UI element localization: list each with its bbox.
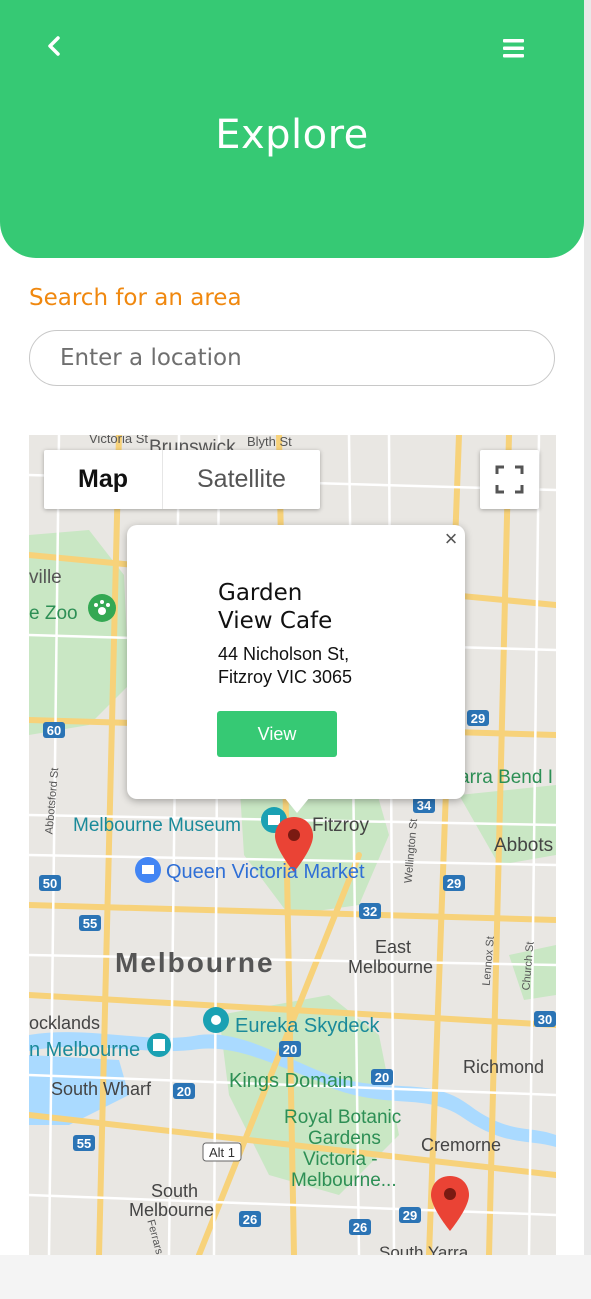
- page-title: Explore: [215, 112, 369, 158]
- map-label-ville: ville: [29, 567, 62, 588]
- map-label-royal-botanic-3: Victoria -: [303, 1149, 378, 1170]
- app-screen: Explore Search for an area Enter a locat…: [0, 0, 584, 1255]
- search-label: Search for an area: [29, 285, 242, 311]
- svg-text:32: 32: [363, 904, 377, 919]
- hamburger-menu-icon: [503, 39, 524, 58]
- place-address: 44 Nicholson St, Fitzroy VIC 3065: [218, 643, 438, 689]
- map-view[interactable]: 60 50 55 55 34 29 29 32 20 20 20 26 26 2…: [29, 435, 556, 1255]
- svg-text:34: 34: [417, 798, 432, 813]
- map-label-victoria-st: Victoria St: [89, 435, 149, 446]
- map-label-royal-botanic-1: Royal Botanic: [284, 1107, 402, 1128]
- map-label-yarra-bend: arra Bend I: [459, 767, 553, 788]
- header-banner: Explore: [0, 0, 584, 258]
- map-label-queen-victoria-market: Queen Victoria Market: [166, 861, 365, 883]
- map-label-abbotsford: Abbots: [494, 835, 554, 856]
- svg-text:20: 20: [177, 1084, 191, 1099]
- place-name: Garden View Cafe: [218, 579, 418, 635]
- svg-text:29: 29: [403, 1208, 417, 1223]
- svg-text:Alt 1: Alt 1: [209, 1145, 235, 1160]
- place-name-line2: View Cafe: [218, 608, 333, 634]
- map-label-south-wharf: South Wharf: [51, 1079, 152, 1099]
- place-info-window: × Garden View Cafe 44 Nicholson St, Fitz…: [127, 525, 465, 813]
- close-icon[interactable]: ×: [441, 528, 461, 550]
- map-label-blyth-st: Blyth St: [247, 435, 292, 449]
- svg-text:20: 20: [375, 1070, 389, 1085]
- map-label-east-melbourne-2: Melbourne: [348, 957, 434, 977]
- view-place-button[interactable]: View: [217, 711, 337, 757]
- info-window-tail: [284, 797, 310, 813]
- map-label-south-melbourne-2: Melbourne: [129, 1200, 215, 1220]
- map-label-docklands: ocklands: [29, 1013, 101, 1033]
- map-label-richmond: Richmond: [463, 1057, 545, 1077]
- map-type-map-button[interactable]: Map: [44, 450, 162, 509]
- map-label-east-melbourne-1: East: [375, 937, 412, 957]
- svg-text:20: 20: [283, 1042, 297, 1057]
- back-button[interactable]: [36, 28, 72, 64]
- map-label-fitzroy: Fitzroy: [312, 815, 369, 836]
- map-label-melbourne: Melbourne: [115, 947, 275, 978]
- map-label-zoo: e Zoo: [29, 603, 78, 624]
- map-label-melbourne-west: n Melbourne: [29, 1039, 141, 1061]
- chevron-left-icon: [48, 36, 60, 56]
- fullscreen-icon: [495, 465, 524, 494]
- svg-text:26: 26: [353, 1220, 367, 1235]
- svg-text:55: 55: [83, 916, 97, 931]
- svg-text:29: 29: [471, 711, 485, 726]
- svg-text:50: 50: [43, 876, 57, 891]
- scrollbar-track[interactable]: [584, 0, 591, 1255]
- map-label-melbourne-museum: Melbourne Museum: [73, 815, 241, 836]
- svg-text:30: 30: [538, 1012, 552, 1027]
- svg-text:29: 29: [447, 876, 461, 891]
- map-label-south-yarra: South Yarra: [379, 1243, 469, 1255]
- map-label-kings-domain: Kings Domain: [229, 1070, 354, 1092]
- svg-text:55: 55: [77, 1136, 91, 1151]
- fullscreen-button[interactable]: [480, 450, 539, 509]
- place-address-line2: Fitzroy VIC 3065: [218, 667, 353, 687]
- map-label-cremorne: Cremorne: [421, 1135, 502, 1155]
- map-label-eureka-skydeck: Eureka Skydeck: [235, 1015, 380, 1037]
- map-label-south-melbourne-1: South: [151, 1181, 199, 1201]
- place-address-line1: 44 Nicholson St,: [218, 644, 350, 664]
- place-name-line1: Garden: [218, 580, 303, 606]
- location-search-input[interactable]: [29, 330, 555, 386]
- svg-text:60: 60: [47, 723, 61, 738]
- svg-text:26: 26: [243, 1212, 257, 1227]
- map-label-royal-botanic-4: Melbourne...: [291, 1170, 397, 1191]
- map-type-satellite-button[interactable]: Satellite: [162, 450, 320, 509]
- map-type-control: Map Satellite: [44, 450, 320, 509]
- map-label-royal-botanic-2: Gardens: [308, 1128, 381, 1149]
- menu-button[interactable]: [496, 30, 532, 66]
